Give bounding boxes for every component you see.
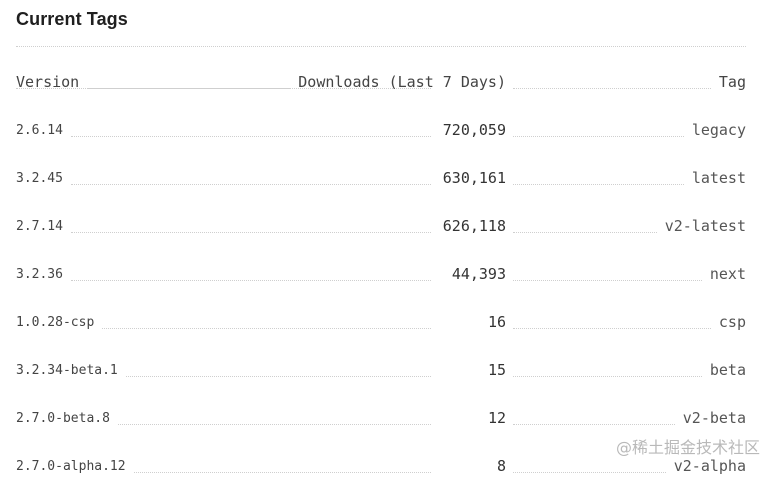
- title-divider: [16, 46, 746, 47]
- header-tag: Tag: [718, 73, 746, 91]
- tag-cell: latest: [513, 154, 746, 202]
- leader-line: [513, 471, 666, 473]
- leader-line: [16, 87, 291, 89]
- downloads-cell: 44,393: [16, 250, 506, 298]
- tag-cell: beta: [513, 346, 746, 394]
- tag-value: v2-latest: [664, 217, 746, 235]
- current-tags-page: Current Tags Version Downloads (Last 7 D…: [16, 0, 746, 475]
- downloads-value: 12: [487, 409, 506, 427]
- table-header-row: Version Downloads (Last 7 Days) Tag: [16, 58, 746, 106]
- downloads-cell: 630,161: [16, 154, 506, 202]
- header-downloads: Downloads (Last 7 Days): [298, 73, 506, 91]
- downloads-cell: 626,118: [16, 202, 506, 250]
- downloads-value: 16: [487, 313, 506, 331]
- leader-line: [513, 231, 657, 233]
- table-row: 3.2.45 630,161 latest: [16, 154, 746, 202]
- header-tag-cell: Tag: [513, 58, 746, 106]
- tag-value: v2-alpha: [673, 457, 746, 475]
- leader-line: [513, 279, 702, 281]
- tag-value: beta: [709, 361, 746, 379]
- downloads-cell: 8: [16, 442, 506, 490]
- downloads-value: 44,393: [451, 265, 506, 283]
- table-row: 2.6.14 720,059 legacy: [16, 106, 746, 154]
- leader-line: [513, 327, 711, 329]
- tag-cell: v2-alpha: [513, 442, 746, 490]
- downloads-cell: 12: [16, 394, 506, 442]
- downloads-cell: 16: [16, 298, 506, 346]
- leader-line: [513, 183, 684, 185]
- tag-value: next: [709, 265, 746, 283]
- tag-value: v2-beta: [682, 409, 746, 427]
- table-row: 3.2.36 44,393 next: [16, 250, 746, 298]
- downloads-value: 720,059: [442, 121, 506, 139]
- leader-line: [513, 87, 711, 89]
- tag-cell: legacy: [513, 106, 746, 154]
- header-downloads-cell: Downloads (Last 7 Days): [16, 58, 506, 106]
- leader-line: [513, 423, 675, 425]
- downloads-value: 626,118: [442, 217, 506, 235]
- downloads-value: 15: [487, 361, 506, 379]
- table-row: 2.7.14 626,118 v2-latest: [16, 202, 746, 250]
- downloads-cell: 15: [16, 346, 506, 394]
- tag-cell: csp: [513, 298, 746, 346]
- tag-cell: next: [513, 250, 746, 298]
- downloads-value: 630,161: [442, 169, 506, 187]
- leader-line: [513, 135, 684, 137]
- tag-cell: v2-beta: [513, 394, 746, 442]
- downloads-cell: 720,059: [16, 106, 506, 154]
- table-row: 1.0.28-csp 16 csp: [16, 298, 746, 346]
- table-row: 2.7.0-beta.8 12 v2-beta: [16, 394, 746, 442]
- table-row: 3.2.34-beta.1 15 beta: [16, 346, 746, 394]
- tags-table: Version Downloads (Last 7 Days) Tag 2.6.…: [16, 58, 746, 490]
- downloads-value: 8: [496, 457, 506, 475]
- tag-value: legacy: [691, 121, 746, 139]
- section-title: Current Tags: [16, 9, 128, 29]
- tag-cell: v2-latest: [513, 202, 746, 250]
- tag-value: csp: [718, 313, 746, 331]
- leader-line: [513, 375, 702, 377]
- table-row: 2.7.0-alpha.12 8 v2-alpha: [16, 442, 746, 490]
- tag-value: latest: [691, 169, 746, 187]
